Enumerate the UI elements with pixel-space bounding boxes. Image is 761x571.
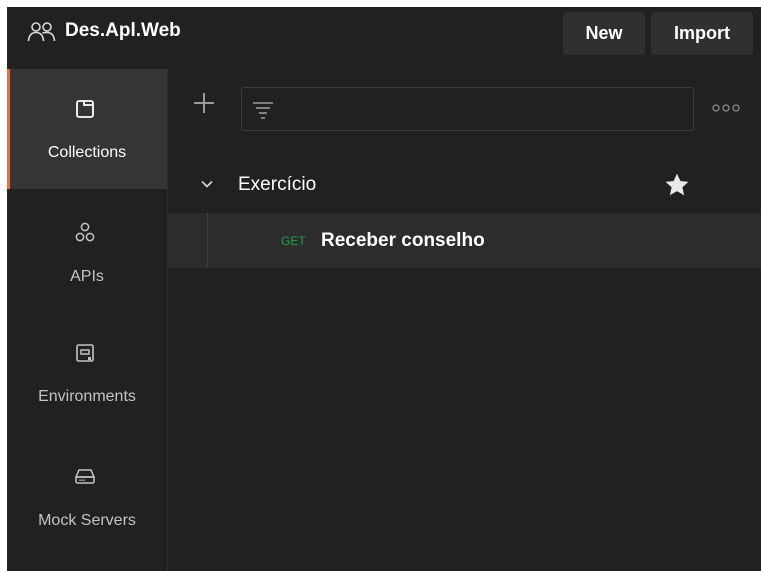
sidebar-item-label: Environments [38, 388, 136, 405]
sidebar-item-label: Mock Servers [38, 512, 136, 529]
sidebar-item-label: APIs [70, 268, 104, 285]
new-button[interactable]: New [563, 12, 645, 55]
request-item[interactable]: GET Receber conselho [168, 213, 761, 268]
collections-icon [76, 100, 94, 118]
tree-indent-line [207, 213, 208, 268]
sidebar-item-apis[interactable]: APIs [7, 193, 167, 313]
mock-servers-icon [74, 469, 96, 484]
collection-name: Exercício [238, 174, 317, 195]
star-icon[interactable] [663, 171, 691, 199]
import-button[interactable]: Import [651, 12, 753, 55]
workspace-header: Des.Apl.Web New Import [7, 7, 761, 61]
sidebar-item-mock-servers[interactable]: Mock Servers [7, 441, 167, 561]
app-frame: Des.Apl.Web New Import Collections APIs [7, 7, 761, 571]
workspace-name[interactable]: Des.Apl.Web [65, 18, 181, 44]
plus-icon[interactable] [192, 91, 216, 115]
method-badge: GET [281, 234, 306, 248]
people-icon [27, 22, 56, 42]
search-input[interactable] [284, 94, 688, 126]
chevron-down-icon[interactable] [200, 177, 214, 191]
apis-icon [75, 222, 95, 242]
active-indicator [7, 69, 10, 189]
environments-icon [76, 344, 94, 362]
sidebar-item-label: Collections [47, 144, 127, 161]
sidebar-nav: Collections APIs Environments Mock Serve… [7, 69, 168, 571]
more-icon[interactable] [711, 103, 741, 113]
filter-icon[interactable] [252, 100, 274, 120]
request-name: Receber conselho [321, 230, 485, 251]
collections-panel: Exercício GET Receber conselho [168, 69, 761, 571]
collection-item[interactable]: Exercício [168, 157, 761, 213]
sidebar-item-environments[interactable]: Environments [7, 317, 167, 437]
sidebar-item-collections[interactable]: Collections [7, 69, 167, 189]
search-box [241, 87, 694, 131]
